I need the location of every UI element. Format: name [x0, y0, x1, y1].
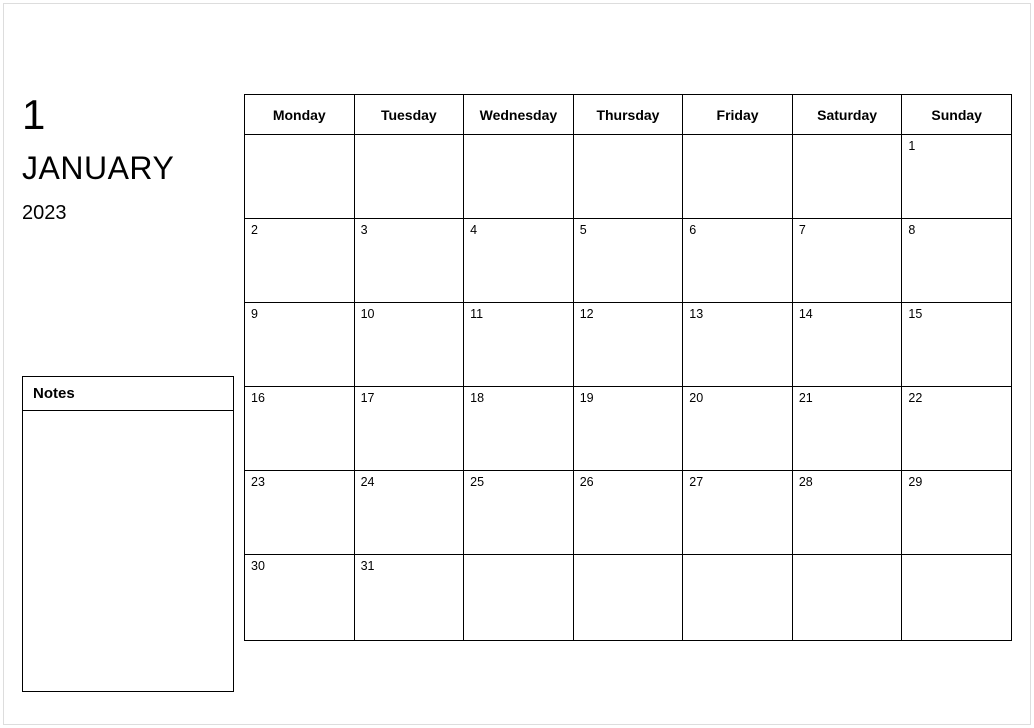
- year: 2023: [22, 202, 232, 225]
- day-cell[interactable]: 5: [573, 219, 683, 303]
- week-row: 23 24 25 26 27 28 29: [245, 471, 1012, 555]
- day-cell[interactable]: 3: [354, 219, 464, 303]
- weekday-header: Friday: [683, 95, 793, 135]
- day-cell[interactable]: 10: [354, 303, 464, 387]
- notes-content[interactable]: [23, 411, 233, 689]
- day-cell[interactable]: 15: [902, 303, 1012, 387]
- calendar-grid: Monday Tuesday Wednesday Thursday Friday…: [244, 94, 1012, 641]
- day-cell[interactable]: [792, 555, 902, 641]
- day-cell[interactable]: 4: [464, 219, 574, 303]
- weekday-header: Sunday: [902, 95, 1012, 135]
- month-heading: 1 JANUARY 2023: [22, 94, 232, 225]
- week-row: 16 17 18 19 20 21 22: [245, 387, 1012, 471]
- weekday-header: Monday: [245, 95, 355, 135]
- day-cell[interactable]: 6: [683, 219, 793, 303]
- weekday-header-row: Monday Tuesday Wednesday Thursday Friday…: [245, 95, 1012, 135]
- day-cell[interactable]: [245, 135, 355, 219]
- day-cell[interactable]: [683, 135, 793, 219]
- day-cell[interactable]: 12: [573, 303, 683, 387]
- weekday-header: Saturday: [792, 95, 902, 135]
- day-cell[interactable]: 18: [464, 387, 574, 471]
- day-cell[interactable]: 26: [573, 471, 683, 555]
- day-cell[interactable]: 29: [902, 471, 1012, 555]
- day-cell[interactable]: 28: [792, 471, 902, 555]
- day-cell[interactable]: 20: [683, 387, 793, 471]
- week-row: 30 31: [245, 555, 1012, 641]
- notes-box: Notes: [22, 376, 234, 692]
- day-cell[interactable]: [792, 135, 902, 219]
- day-cell[interactable]: 16: [245, 387, 355, 471]
- week-row: 9 10 11 12 13 14 15: [245, 303, 1012, 387]
- day-cell[interactable]: 2: [245, 219, 355, 303]
- week-row: 2 3 4 5 6 7 8: [245, 219, 1012, 303]
- month-name: JANUARY: [22, 152, 232, 184]
- notes-label: Notes: [23, 377, 233, 411]
- day-cell[interactable]: 27: [683, 471, 793, 555]
- day-cell[interactable]: [902, 555, 1012, 641]
- day-cell[interactable]: 23: [245, 471, 355, 555]
- day-cell[interactable]: [683, 555, 793, 641]
- day-cell[interactable]: [464, 555, 574, 641]
- day-cell[interactable]: 17: [354, 387, 464, 471]
- day-cell[interactable]: 14: [792, 303, 902, 387]
- weekday-header: Thursday: [573, 95, 683, 135]
- weekday-header: Wednesday: [464, 95, 574, 135]
- weekday-header: Tuesday: [354, 95, 464, 135]
- day-cell[interactable]: 21: [792, 387, 902, 471]
- day-cell[interactable]: [573, 135, 683, 219]
- day-cell[interactable]: 30: [245, 555, 355, 641]
- day-cell[interactable]: 9: [245, 303, 355, 387]
- day-cell[interactable]: [464, 135, 574, 219]
- day-cell[interactable]: 7: [792, 219, 902, 303]
- day-cell[interactable]: 13: [683, 303, 793, 387]
- day-cell[interactable]: 24: [354, 471, 464, 555]
- day-cell[interactable]: 31: [354, 555, 464, 641]
- calendar-page: 1 JANUARY 2023 Notes Monday Tuesday Wedn…: [3, 3, 1031, 725]
- day-cell[interactable]: [573, 555, 683, 641]
- week-row: 1: [245, 135, 1012, 219]
- day-cell[interactable]: 25: [464, 471, 574, 555]
- day-cell[interactable]: [354, 135, 464, 219]
- day-cell[interactable]: 11: [464, 303, 574, 387]
- day-cell[interactable]: 19: [573, 387, 683, 471]
- day-cell[interactable]: 8: [902, 219, 1012, 303]
- day-cell[interactable]: 1: [902, 135, 1012, 219]
- month-number: 1: [22, 94, 232, 136]
- day-cell[interactable]: 22: [902, 387, 1012, 471]
